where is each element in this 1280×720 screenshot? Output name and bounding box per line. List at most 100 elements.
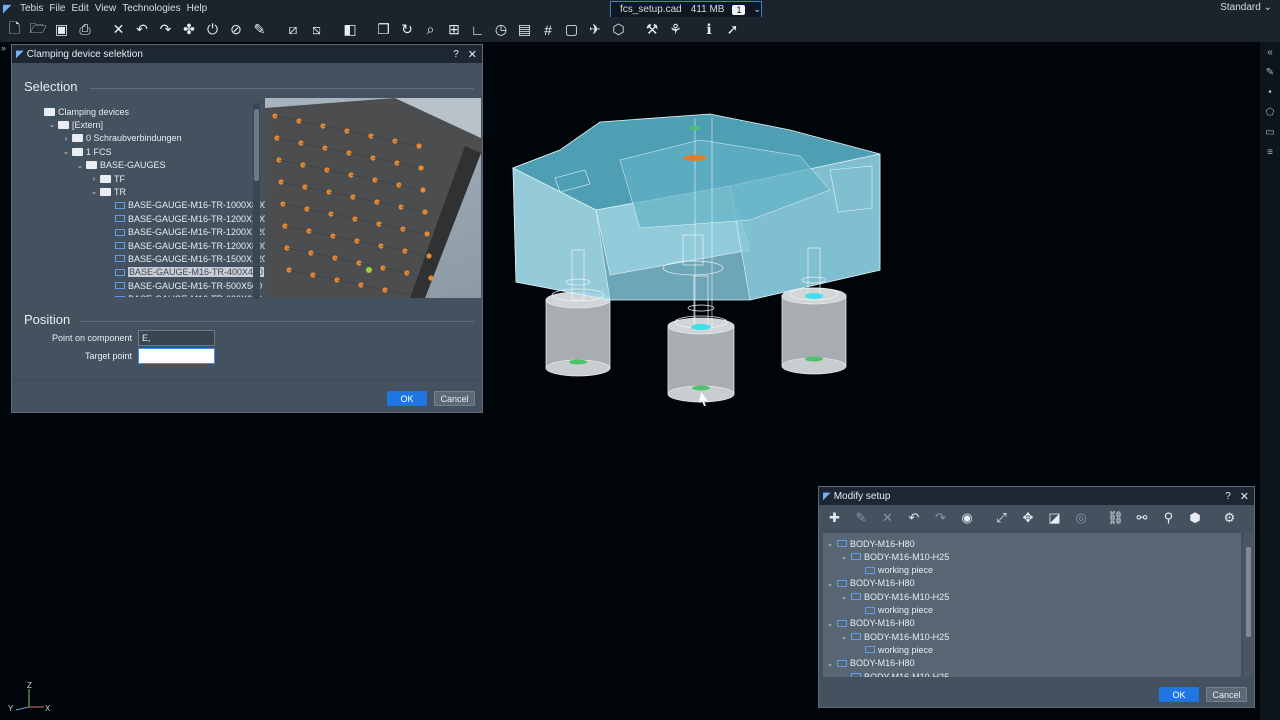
setup-tree-item[interactable]: ⌄ BODY-M16-H80	[825, 617, 915, 630]
connect-icon[interactable]: ⚲	[1157, 507, 1180, 529]
chevron-down-icon[interactable]: ⌄	[825, 659, 835, 668]
chevron-down-icon[interactable]: ⌄	[839, 672, 849, 677]
node-icon[interactable]: ⤢	[990, 507, 1013, 529]
scrollbar-thumb[interactable]	[254, 109, 259, 181]
dialog-titlebar[interactable]: ◤ Clamping device selektion ? ✕	[12, 45, 482, 63]
chevron-down-icon[interactable]: ⌄	[61, 147, 71, 156]
hatch-icon[interactable]: ⧄	[283, 19, 304, 40]
refresh-icon[interactable]: ↻	[397, 19, 418, 40]
chevron-down-icon[interactable]: ⌄	[825, 539, 835, 548]
setup-tree-item[interactable]: ⌄ BODY-M16-M10-H25	[839, 550, 950, 563]
setup-tree-item[interactable]: ⌄ BODY-M16-H80	[825, 537, 915, 550]
setup-tree-item[interactable]: ⌄ BODY-M16-M10-H25	[839, 670, 949, 677]
help-icon[interactable]: ?	[453, 49, 459, 60]
setup-tree-item[interactable]: working piece	[853, 564, 933, 577]
dot-icon[interactable]: •	[1260, 82, 1280, 102]
point-on-component-field[interactable]: E,	[138, 330, 215, 346]
settings-icon[interactable]: ⚙	[1218, 507, 1241, 529]
menu-tebis[interactable]: Tebis	[17, 3, 46, 14]
compass-icon[interactable]: ⚘	[665, 19, 686, 40]
tree-item[interactable]: BASE-GAUGE-M16-TR-600X600	[103, 293, 262, 297]
layers-icon[interactable]: ≡	[1260, 142, 1280, 162]
layers-icon[interactable]: ❐	[373, 19, 394, 40]
chevron-down-icon[interactable]: ⌄	[75, 161, 85, 170]
cube-view-icon[interactable]: ◧	[340, 19, 361, 40]
cad-model-view[interactable]	[500, 100, 900, 410]
tree-item[interactable]: ⌄ 1 FCS	[61, 145, 112, 158]
tree-item[interactable]: › TF	[89, 172, 125, 185]
edit-icon[interactable]: ✎	[850, 507, 873, 529]
chevron-right-icon[interactable]: ›	[61, 134, 71, 143]
tree-item[interactable]: ⌄ [Extern]	[47, 118, 103, 131]
tree-scrollbar[interactable]	[253, 103, 260, 299]
undo-icon[interactable]: ↶	[903, 507, 926, 529]
setup-tree-item[interactable]: ⌄ BODY-M16-M10-H25	[839, 630, 950, 643]
ok-button[interactable]: OK	[1159, 687, 1199, 702]
chevron-down-icon[interactable]: ⌄	[89, 187, 99, 196]
pen-slash-icon[interactable]: ⊘	[226, 19, 247, 40]
menu-edit[interactable]: Edit	[68, 3, 91, 14]
crosshair-icon[interactable]: ⊞	[444, 19, 465, 40]
open-folder-icon[interactable]: 🗁	[28, 19, 49, 40]
collapse-icon[interactable]: «	[1260, 42, 1280, 62]
move-icon[interactable]: ✥	[1017, 507, 1040, 529]
expand-panel-icon[interactable]: »	[1, 43, 6, 53]
tree-item[interactable]: BASE-GAUGE-M16-TR-1000X800	[103, 199, 265, 212]
tree-item[interactable]: BASE-GAUGE-M16-TR-1200X1000	[103, 212, 265, 225]
cancel-button[interactable]: Cancel	[434, 391, 475, 406]
wrench-icon[interactable]: ⚒	[642, 19, 663, 40]
eye-icon[interactable]: ◉	[956, 507, 979, 529]
cube-icon[interactable]: ⬢	[1184, 507, 1207, 529]
redo-icon[interactable]: ↷	[929, 507, 952, 529]
pointer-help-icon[interactable]: ➚	[722, 19, 743, 40]
chevron-down-icon[interactable]: ⌄	[825, 619, 835, 628]
frame-select-icon[interactable]: ◪	[1043, 507, 1066, 529]
abc-icon[interactable]: ✎	[249, 19, 270, 40]
add-icon[interactable]: ✚	[823, 507, 846, 529]
unlink-icon[interactable]: ⚯	[1131, 507, 1154, 529]
bucket-icon[interactable]: ⬠	[1260, 102, 1280, 122]
setup-tree-item[interactable]: working piece	[853, 643, 933, 656]
file-tab[interactable]: fcs_setup.cad 411 MB 1 ⌄	[610, 1, 762, 17]
tree-item[interactable]: › 0 Schraubverbindungen	[61, 132, 182, 145]
ok-button[interactable]: OK	[387, 391, 427, 406]
grid-icon[interactable]: #	[538, 19, 559, 40]
tree-item[interactable]: Clamping devices	[33, 105, 129, 118]
chevron-down-icon[interactable]: ⌄	[825, 579, 835, 588]
zoom-icon[interactable]: ⌕	[420, 19, 441, 40]
menu-help[interactable]: Help	[184, 3, 211, 14]
undo-icon[interactable]: ↶	[132, 19, 153, 40]
save-icon[interactable]: ▣	[51, 19, 72, 40]
tree-item[interactable]: BASE-GAUGE-M16-TR-1200X800	[103, 239, 265, 252]
info-icon[interactable]: ℹ	[699, 19, 720, 40]
setup-tree-item[interactable]: ⌄ BODY-M16-H80	[825, 577, 915, 590]
setup-tree-item[interactable]: working piece	[853, 604, 933, 617]
cancel-button[interactable]: Cancel	[1206, 687, 1247, 702]
chevron-down-icon[interactable]: ⌄	[839, 632, 849, 641]
help-icon[interactable]: ?	[1225, 491, 1231, 502]
chevron-down-icon[interactable]: ⌄	[47, 120, 57, 129]
tree-item[interactable]: BASE-GAUGE-M16-TR-500X500	[103, 279, 262, 292]
puzzle-icon[interactable]: ✤	[179, 19, 200, 40]
analysis-icon[interactable]: ▤	[514, 19, 535, 40]
setup-tree-item[interactable]: ⌄ BODY-M16-H80	[825, 657, 915, 670]
print-icon[interactable]: ⎙	[75, 19, 96, 40]
monitor-icon[interactable]: ▭	[1260, 122, 1280, 142]
pencil-icon[interactable]: ✎	[1260, 62, 1280, 82]
link-icon[interactable]: ⛓	[1104, 507, 1127, 529]
chevron-down-icon[interactable]: ⌄	[839, 552, 849, 561]
close-icon[interactable]: ✕	[1240, 490, 1249, 503]
plane-icon[interactable]: ✈	[585, 19, 606, 40]
tree-item[interactable]: BASE-GAUGE-M16-TR-1500X1200	[103, 252, 265, 265]
target-point-field[interactable]	[138, 348, 215, 364]
menu-technologies[interactable]: Technologies	[119, 3, 183, 14]
dialog-titlebar[interactable]: ◤ Modify setup ? ✕	[819, 487, 1254, 505]
delete-icon[interactable]: ✕	[108, 19, 129, 40]
delete-icon[interactable]: ✕	[876, 507, 899, 529]
timer-icon[interactable]: ◷	[491, 19, 512, 40]
setup-tree-scrollbar[interactable]	[1244, 533, 1253, 677]
angle-icon[interactable]: ∟	[467, 19, 488, 40]
gear-dim-icon[interactable]: ◎	[1070, 507, 1093, 529]
redo-icon[interactable]: ↷	[155, 19, 176, 40]
tree-item[interactable]: ⌄ BASE-GAUGES	[75, 159, 166, 172]
